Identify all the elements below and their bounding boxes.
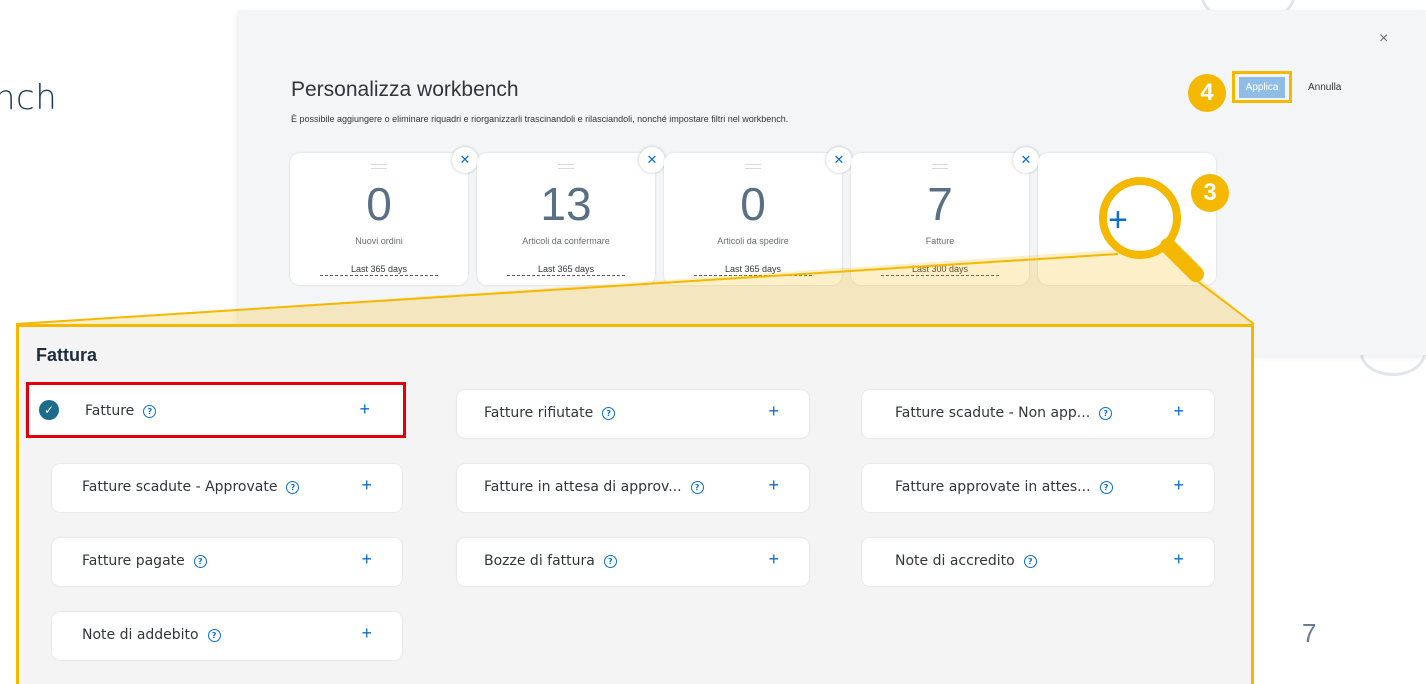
- remove-tile-icon[interactable]: ✕: [639, 147, 665, 173]
- help-icon[interactable]: ?: [207, 629, 221, 642]
- item-fatture-scadute-approvate[interactable]: Fatture scadute - Approvate? +: [52, 464, 402, 512]
- item-fatture-scadute-non-approvate[interactable]: Fatture scadute - Non app...? +: [862, 390, 1214, 438]
- step-3-badge: 3: [1191, 174, 1229, 212]
- tile-count: 7: [927, 178, 953, 230]
- tile-articoli-da-spedire[interactable]: ✕ 0 Articoli da spedire Last 365 days: [664, 147, 852, 285]
- item-fatture-rifiutate[interactable]: Fatture rifiutate? +: [457, 390, 809, 438]
- check-icon: ✓: [39, 400, 59, 420]
- remove-tile-icon[interactable]: ✕: [1013, 147, 1039, 173]
- item-label: Bozze di fattura?: [484, 553, 617, 569]
- remove-tile-icon[interactable]: ✕: [452, 147, 478, 173]
- help-icon[interactable]: ?: [143, 405, 157, 418]
- tile-count: 13: [540, 178, 592, 230]
- add-icon[interactable]: +: [359, 399, 370, 420]
- page-number: 7: [1302, 618, 1317, 648]
- item-label: Note di addebito?: [82, 627, 221, 643]
- item-label: Fatture pagate?: [82, 553, 207, 569]
- help-icon[interactable]: ?: [690, 481, 704, 494]
- item-label: Fatture in attesa di approv...?: [484, 479, 704, 495]
- item-label: Fatture scadute - Approvate?: [82, 479, 300, 495]
- item-label: Fatture?: [85, 403, 157, 419]
- customize-workbench-dialog: × Personalizza workbench È possibile agg…: [239, 10, 1426, 355]
- help-icon[interactable]: ?: [286, 481, 300, 494]
- item-label: Fatture rifiutate?: [484, 405, 616, 421]
- help-icon[interactable]: ?: [193, 555, 207, 568]
- tile-label: Nuovi ordini: [355, 236, 403, 246]
- help-icon[interactable]: ?: [1023, 555, 1037, 568]
- help-icon[interactable]: ?: [602, 407, 616, 420]
- add-icon[interactable]: +: [768, 475, 779, 496]
- add-tile-icon[interactable]: +: [1108, 201, 1128, 240]
- tile-label: Articoli da confermare: [522, 236, 610, 246]
- item-note-di-accredito[interactable]: Note di accredito? +: [862, 538, 1214, 586]
- apply-button[interactable]: Applica: [1239, 77, 1285, 98]
- item-fatture-approvate-in-attesa[interactable]: Fatture approvate in attes...? +: [862, 464, 1214, 512]
- item-fatture-in-attesa-di-approvazione[interactable]: Fatture in attesa di approv...? +: [457, 464, 809, 512]
- add-icon[interactable]: +: [1173, 475, 1184, 496]
- tile-label: Articoli da spedire: [717, 236, 789, 246]
- tile-count: 0: [740, 178, 766, 230]
- item-fatture-pagate[interactable]: Fatture pagate? +: [52, 538, 402, 586]
- add-icon[interactable]: +: [1173, 401, 1184, 422]
- add-icon[interactable]: +: [768, 401, 779, 422]
- cancel-button[interactable]: Annulla: [1302, 77, 1347, 98]
- tile-range[interactable]: Last 365 days: [507, 264, 625, 276]
- item-label: Note di accredito?: [895, 553, 1037, 569]
- tile-fatture[interactable]: ✕ 7 Fatture Last 300 days: [851, 147, 1039, 285]
- add-icon[interactable]: +: [768, 549, 779, 570]
- tile-articoli-da-confermare[interactable]: ✕ 13 Articoli da confermare Last 365 day…: [477, 147, 665, 285]
- drag-handle-icon[interactable]: [558, 164, 574, 169]
- close-icon[interactable]: ×: [1379, 30, 1388, 48]
- dialog-description: È possibile aggiungere o eliminare riqua…: [291, 114, 789, 124]
- tile-nuovi-ordini[interactable]: ✕ 0 Nuovi ordini Last 365 days: [290, 147, 478, 285]
- item-label: Fatture scadute - Non app...?: [895, 405, 1113, 421]
- help-icon[interactable]: ?: [603, 555, 617, 568]
- drag-handle-icon[interactable]: [745, 164, 761, 169]
- item-fatture[interactable]: ✓ Fatture? +: [26, 382, 406, 438]
- tile-range[interactable]: Last 365 days: [694, 264, 812, 276]
- tile-label: Fatture: [925, 236, 955, 246]
- tile-range[interactable]: Last 365 days: [320, 264, 438, 276]
- item-label: Fatture approvate in attes...?: [895, 479, 1113, 495]
- item-note-di-addebito[interactable]: Note di addebito? +: [52, 612, 402, 660]
- add-icon[interactable]: +: [361, 623, 372, 644]
- tile-count: 0: [366, 178, 392, 230]
- item-bozze-di-fattura[interactable]: Bozze di fattura? +: [457, 538, 809, 586]
- step-4-badge: 4: [1188, 74, 1226, 112]
- add-tile[interactable]: +: [1038, 153, 1216, 285]
- add-icon[interactable]: +: [361, 475, 372, 496]
- help-icon[interactable]: ?: [1099, 407, 1113, 420]
- add-icon[interactable]: +: [361, 549, 372, 570]
- remove-tile-icon[interactable]: ✕: [826, 147, 852, 173]
- help-icon[interactable]: ?: [1099, 481, 1113, 494]
- add-icon[interactable]: +: [1173, 549, 1184, 570]
- dialog-title: Personalizza workbench: [291, 78, 519, 101]
- drag-handle-icon[interactable]: [371, 164, 387, 169]
- section-title: Fattura: [36, 345, 98, 365]
- tile-range[interactable]: Last 300 days: [881, 264, 999, 276]
- drag-handle-icon[interactable]: [932, 164, 948, 169]
- slide-title: nch: [0, 78, 58, 118]
